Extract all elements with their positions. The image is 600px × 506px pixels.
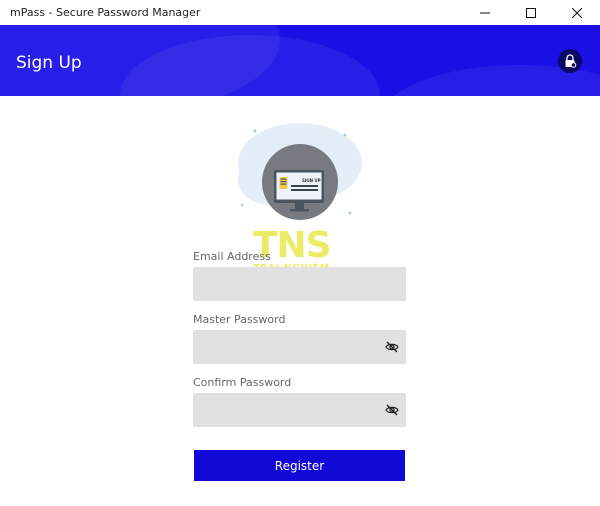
- title-bar: mPass - Secure Password Manager: [0, 0, 600, 25]
- register-button[interactable]: Register: [194, 450, 405, 481]
- email-input[interactable]: [193, 267, 406, 301]
- email-field[interactable]: [193, 267, 406, 301]
- illustration-screen-label: SIGN UP: [302, 178, 321, 183]
- master-password-field[interactable]: [193, 330, 406, 364]
- confirm-password-field[interactable]: [193, 393, 406, 427]
- master-password-input[interactable]: [193, 330, 406, 364]
- eye-slash-icon[interactable]: [385, 403, 399, 417]
- minimize-icon: [480, 12, 490, 13]
- confirm-password-input[interactable]: [193, 393, 406, 427]
- close-icon: [572, 7, 582, 18]
- window-controls: [462, 0, 600, 25]
- maximize-button[interactable]: [508, 0, 554, 25]
- master-password-label: Master Password: [193, 313, 286, 326]
- confirm-password-label: Confirm Password: [193, 376, 292, 389]
- close-button[interactable]: [554, 0, 600, 25]
- lock-icon: [565, 54, 577, 68]
- eye-slash-icon[interactable]: [385, 340, 399, 354]
- signup-illustration: SIGN UP: [230, 115, 370, 225]
- window-title: mPass - Secure Password Manager: [10, 6, 201, 19]
- lock-button[interactable]: [558, 49, 582, 73]
- minimize-button[interactable]: [462, 0, 508, 25]
- page-title: Sign Up: [16, 53, 82, 73]
- email-label: Email Address: [193, 250, 271, 263]
- header-banner: Sign Up: [0, 25, 600, 96]
- maximize-icon: [526, 7, 536, 18]
